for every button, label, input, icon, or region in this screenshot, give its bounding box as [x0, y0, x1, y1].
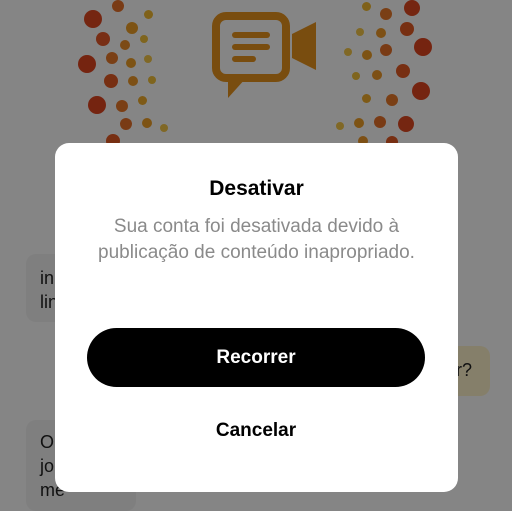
deactivation-dialog: Desativar Sua conta foi desativada devid… [55, 143, 458, 492]
cancel-button-label: Cancelar [215, 420, 297, 441]
dialog-message: Sua conta foi desativada devido à public… [98, 216, 415, 263]
cancel-button[interactable]: Cancelar [87, 409, 425, 453]
appeal-button[interactable]: Recorrer [87, 328, 425, 387]
app-screen: in lin r? O jo me Desativar Sua conta fo… [0, 0, 512, 511]
appeal-button-label: Recorrer [216, 346, 296, 368]
dialog-title: Desativar [209, 177, 304, 200]
